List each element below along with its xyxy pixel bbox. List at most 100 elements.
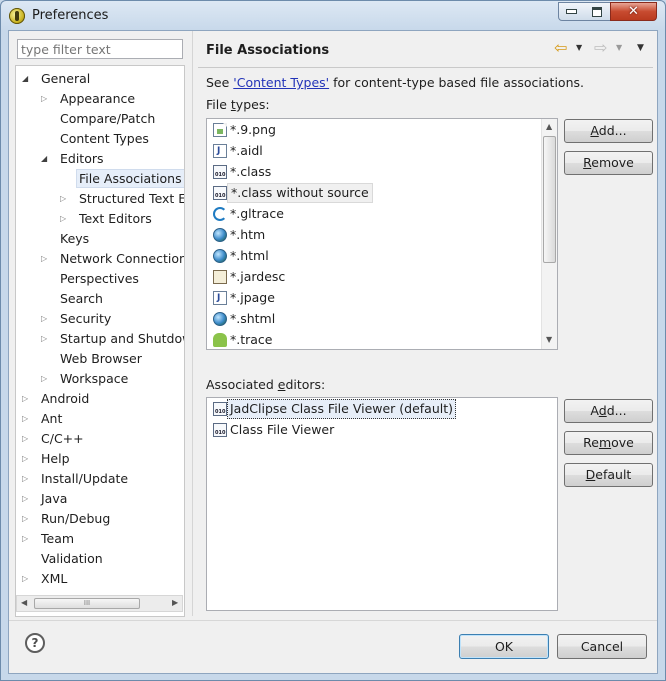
tree-horizontal-scrollbar[interactable]: ◀ III ▶ [16,595,183,612]
page-title: File Associations [206,43,330,58]
scroll-down-icon[interactable]: ▼ [546,335,552,344]
back-arrow-icon[interactable]: ⇦ [554,40,567,56]
help-button[interactable]: ? [25,633,45,653]
tree-item-label: Help [41,451,70,466]
tree-item[interactable]: Search [16,289,184,308]
tree-item[interactable]: ◢ General [16,69,184,88]
scrollbar-thumb[interactable] [543,136,556,263]
minimize-button[interactable] [558,2,585,21]
collapsed-arrow-icon[interactable]: ▷ [41,369,50,388]
collapsed-arrow-icon[interactable]: ▷ [41,309,50,328]
collapsed-arrow-icon[interactable]: ▷ [22,509,31,528]
forward-dropdown-icon[interactable]: ▼ [616,43,622,52]
tree-item-label: Structured Text Ec [79,191,185,206]
scroll-up-icon[interactable]: ▲ [546,122,552,131]
forward-arrow-icon[interactable]: ⇨ [594,40,607,56]
collapsed-arrow-icon[interactable]: ▷ [60,189,69,208]
collapsed-arrow-icon[interactable]: ▷ [22,569,31,588]
collapsed-arrow-icon[interactable]: ▷ [60,209,69,228]
tree-item[interactable]: ▷ XML [16,569,184,588]
add-editor-button[interactable]: Add... [564,399,653,423]
collapsed-arrow-icon[interactable]: ▷ [22,429,31,448]
add-file-type-button[interactable]: Add... [564,119,653,143]
tree-item-label: Run/Debug [41,511,111,526]
tree-item[interactable]: Perspectives [16,269,184,288]
java-file-icon [213,144,227,158]
tree-item-label: Text Editors [79,211,152,226]
tree-item[interactable]: Content Types [16,129,184,148]
tree-item[interactable]: ▷ Security [16,309,184,328]
ok-button[interactable]: OK [459,634,549,659]
image-file-icon [213,123,227,137]
java-file-icon [213,291,227,305]
close-button[interactable]: ✕ [610,2,657,21]
scroll-right-icon[interactable]: ▶ [172,598,178,607]
collapsed-arrow-icon[interactable]: ▷ [22,449,31,468]
tree-item[interactable]: ▷ Text Editors [16,209,184,228]
tree-item-label: Perspectives [60,271,139,286]
tree-item[interactable]: ▷ Structured Text Ec [16,189,185,208]
tree-item[interactable]: Compare/Patch [16,109,184,128]
collapsed-arrow-icon[interactable]: ▷ [22,469,31,488]
collapsed-arrow-icon[interactable]: ▷ [41,89,50,108]
tree-item[interactable]: Web Browser [16,349,184,368]
back-dropdown-icon[interactable]: ▼ [576,43,582,52]
content-types-link[interactable]: 'Content Types' [233,75,329,90]
file-types-scrollbar[interactable]: ▲ ▼ [541,119,557,349]
globe-icon [213,249,227,263]
tree-item[interactable]: ◢ Editors [16,149,184,168]
tree-item[interactable]: ▷ Ant [16,409,184,428]
panel-divider[interactable] [192,31,193,616]
view-menu-icon[interactable]: ▼ [637,43,644,53]
preference-tree[interactable]: ◢ General ▷ Appearance Compare/Patch Content … [15,65,185,617]
tree-item-label: Java [41,491,68,506]
tree-item[interactable]: ▷ Appearance [16,89,184,108]
list-item-label: *.html [230,248,269,263]
collapsed-arrow-icon[interactable]: ▷ [41,329,50,348]
scroll-left-icon[interactable]: ◀ [21,598,27,607]
expanded-arrow-icon[interactable]: ◢ [41,149,50,168]
tree-item[interactable]: ▷ Workspace [16,369,184,388]
associated-editors-list[interactable]: JadClipse Class File Viewer (default) Cla… [206,397,558,611]
globe-icon [213,228,227,242]
tree-item-label: File Associations [76,169,184,188]
collapsed-arrow-icon[interactable]: ▷ [22,529,31,548]
class-file-icon [213,165,227,179]
btn-text: d... [606,403,627,418]
tree-item[interactable]: Keys [16,229,184,248]
collapsed-arrow-icon[interactable]: ▷ [22,389,31,408]
maximize-button[interactable] [584,2,611,21]
tree-item[interactable]: ▷ C/C++ [16,429,184,448]
file-types-list[interactable]: *.9.png *.aidl *.class *.class without sour… [206,118,558,350]
mnemonic: D [585,467,596,482]
collapsed-arrow-icon[interactable]: ▷ [41,249,50,268]
tree-item[interactable]: Validation [16,549,184,568]
tree-item[interactable]: ▷ Java [16,489,184,508]
remove-editor-button[interactable]: Remove [564,431,653,455]
tree-item[interactable]: ▷ Install/Update [16,469,184,488]
tree-item-label: Web Browser [60,351,142,366]
tree-item[interactable]: ▷ Network Connections [16,249,184,268]
collapsed-arrow-icon[interactable]: ▷ [22,409,31,428]
tree-item-label: Search [60,291,103,306]
collapsed-arrow-icon[interactable]: ▷ [22,489,31,508]
filter-input[interactable] [17,39,183,59]
default-editor-button[interactable]: Default [564,463,653,487]
android-icon [213,333,227,347]
tree-item[interactable]: ▷ Android [16,389,184,408]
tree-item[interactable]: ▷ Team [16,529,184,548]
tree-item[interactable]: File Associations [16,169,184,188]
file-types-label: File types: [206,97,270,112]
title-bar[interactable]: Preferences ✕ [1,1,665,31]
class-file-icon [213,186,227,200]
remove-file-type-button[interactable]: Remove [564,151,653,175]
cancel-button[interactable]: Cancel [557,634,647,659]
expanded-arrow-icon[interactable]: ◢ [22,69,31,88]
scrollbar-thumb[interactable]: III [34,598,140,609]
list-item-label: *.aidl [230,143,263,158]
tree-item[interactable]: ▷ Startup and Shutdow [16,329,184,348]
tree-item[interactable]: ▷ Help [16,449,184,468]
btn-text: Re [583,435,599,450]
tree-item[interactable]: ▷ Run/Debug [16,509,184,528]
list-item-label: *.trace [230,332,273,347]
